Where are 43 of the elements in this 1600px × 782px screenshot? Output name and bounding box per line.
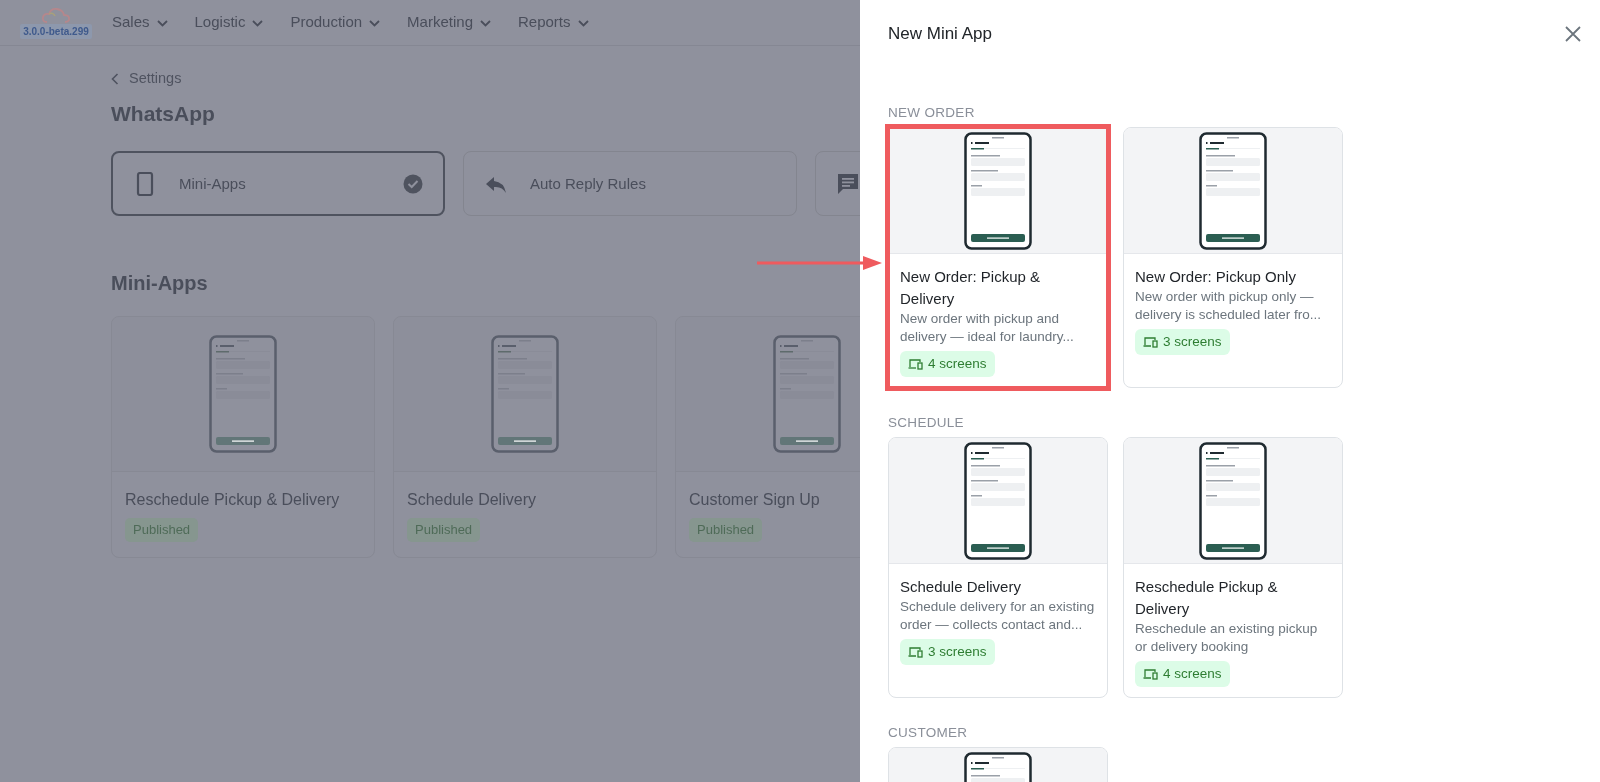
mini-app-title: Schedule Delivery [407, 490, 537, 511]
nav-menu-item[interactable]: Sales [112, 11, 169, 34]
check-circle-icon [403, 173, 423, 194]
template-title: Reschedule Pickup & Delivery [1135, 577, 1279, 619]
template-title: New Order: Pickup Only [1135, 267, 1297, 287]
screens-tag: 4 screens [900, 351, 995, 378]
template-description: New order with pickup only — delivery is scheduled later fro... [1135, 288, 1323, 323]
nav-menu-item[interactable]: Logistic [194, 11, 265, 34]
screens-tag: 3 screens [900, 639, 995, 666]
version-label: 3.0.0-beta.299 [20, 24, 92, 39]
settings-tab[interactable]: Mini-Apps [111, 151, 445, 217]
chevron-left-icon[interactable] [111, 72, 119, 85]
devices-icon [908, 646, 923, 659]
settings-tab[interactable]: Auto Reply Rules [463, 151, 797, 217]
template-description: Reschedule an existing pickup or delivery booking [1135, 620, 1319, 655]
template-card[interactable]: New Order: Pickup Only New order with pickup only — delivery is scheduled later fro... 3 screens [1123, 127, 1343, 388]
group-heading: CUSTOMER [888, 724, 969, 742]
screens-tag: 3 screens [1135, 329, 1230, 356]
nav-menu-item[interactable]: Reports [517, 11, 590, 34]
page-title: WhatsApp [111, 100, 216, 127]
mini-app-title: Reschedule Pickup & Delivery [125, 490, 341, 511]
chat-icon [836, 171, 860, 196]
devices-icon [908, 358, 923, 371]
group-heading: SCHEDULE [888, 414, 965, 432]
nav-menu-item[interactable]: Production [290, 11, 382, 34]
breadcrumb-link[interactable]: Settings [129, 68, 182, 90]
close-icon [1564, 25, 1582, 43]
template-card[interactable]: Reschedule Pickup & Delivery Reschedule an existing pickup or delivery booking 4 screens [1123, 437, 1343, 698]
section-title: Mini-Apps [111, 271, 209, 297]
template-description: Schedule delivery for an existing order — collects contact and... [900, 598, 1096, 633]
nav-menu-item[interactable]: Marketing [407, 11, 492, 34]
devices-icon [1143, 668, 1158, 681]
cloud-logo-icon [41, 6, 71, 24]
panel-title: New Mini App [888, 23, 992, 46]
template-title: Schedule Delivery [900, 577, 1022, 597]
template-card[interactable]: Schedule Delivery Schedule delivery for an existing order — collects contact and... 3 screens [888, 437, 1108, 698]
template-title: New Order: Pickup & Delivery [900, 267, 1042, 309]
screens-tag: 4 screens [1135, 661, 1230, 688]
group-heading: NEW ORDER [888, 104, 976, 122]
template-description: New order with pickup and delivery — ideal for laundry... [900, 310, 1075, 345]
mini-app-title: Customer Sign Up [689, 490, 821, 511]
devices-icon [1143, 336, 1158, 349]
template-card[interactable]: New Order: Pickup & Delivery New order with pickup and delivery — ideal for laundry... 4 screens [888, 127, 1108, 388]
